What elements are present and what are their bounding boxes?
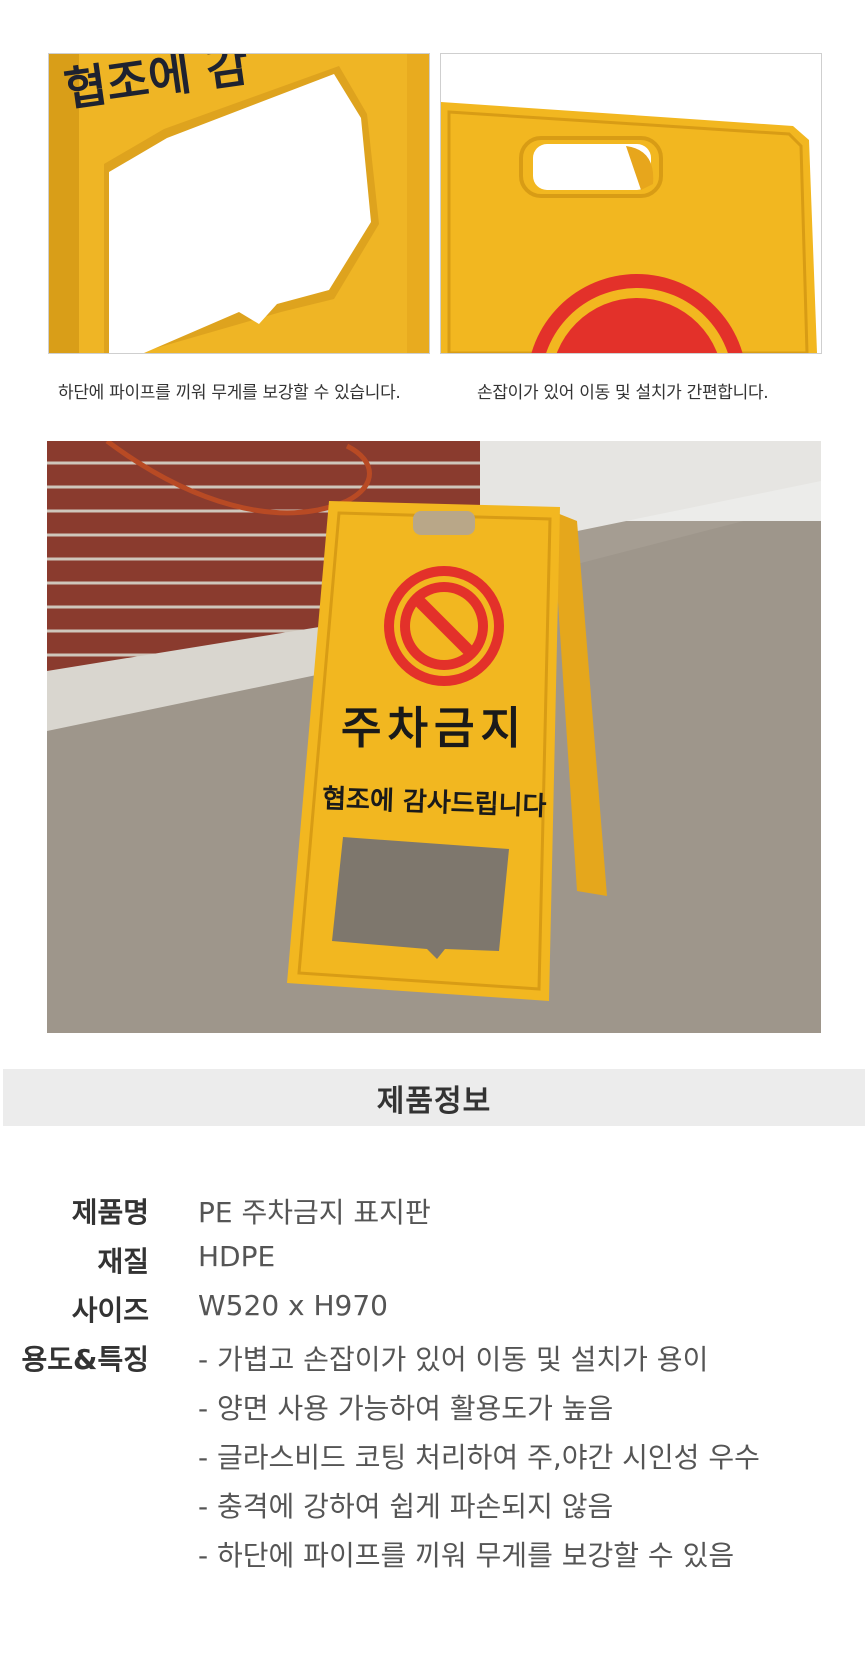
material-value: HDPE <box>198 1240 276 1273</box>
product-info-header: 제품정보 <box>3 1069 865 1126</box>
feature-item: - 글라스비드 코팅 처리하여 주,야간 시인성 우수 <box>198 1441 760 1474</box>
parking-sign-scene: 주차금지 협조에 감사드립니다 <box>47 441 821 1033</box>
photo-handle-closeup <box>440 53 822 354</box>
pipe-slot-illustration: 협조에 감 <box>49 54 429 353</box>
feature-item: - 충격에 강하여 쉽게 파손되지 않음 <box>198 1490 614 1523</box>
size-label: 사이즈 <box>71 1294 149 1327</box>
handle-illustration <box>441 54 821 353</box>
caption-handle: 손잡이가 있어 이동 및 설치가 간편합니다. <box>477 383 769 403</box>
feature-item: - 가볍고 손잡이가 있어 이동 및 설치가 용이 <box>198 1343 709 1376</box>
sign-title-text: 주차금지 <box>341 703 527 754</box>
photo-parking-sign: 주차금지 협조에 감사드립니다 <box>47 441 821 1033</box>
feature-item: - 하단에 파이프를 끼워 무게를 보강할 수 있음 <box>198 1539 735 1572</box>
material-label: 재질 <box>97 1245 149 1278</box>
product-name-value: PE 주차금지 표지판 <box>198 1196 431 1229</box>
size-value: W520 x H970 <box>198 1289 388 1322</box>
caption-pipe-slot: 하단에 파이프를 끼워 무게를 보강할 수 있습니다. <box>58 383 401 403</box>
product-name-label: 제품명 <box>71 1196 149 1229</box>
photo-pipe-slot-closeup: 협조에 감 <box>48 53 430 354</box>
feature-item: - 양면 사용 가능하여 활용도가 높음 <box>198 1392 614 1425</box>
features-label: 용도&특징 <box>21 1343 149 1376</box>
section-title: 제품정보 <box>376 1083 492 1119</box>
